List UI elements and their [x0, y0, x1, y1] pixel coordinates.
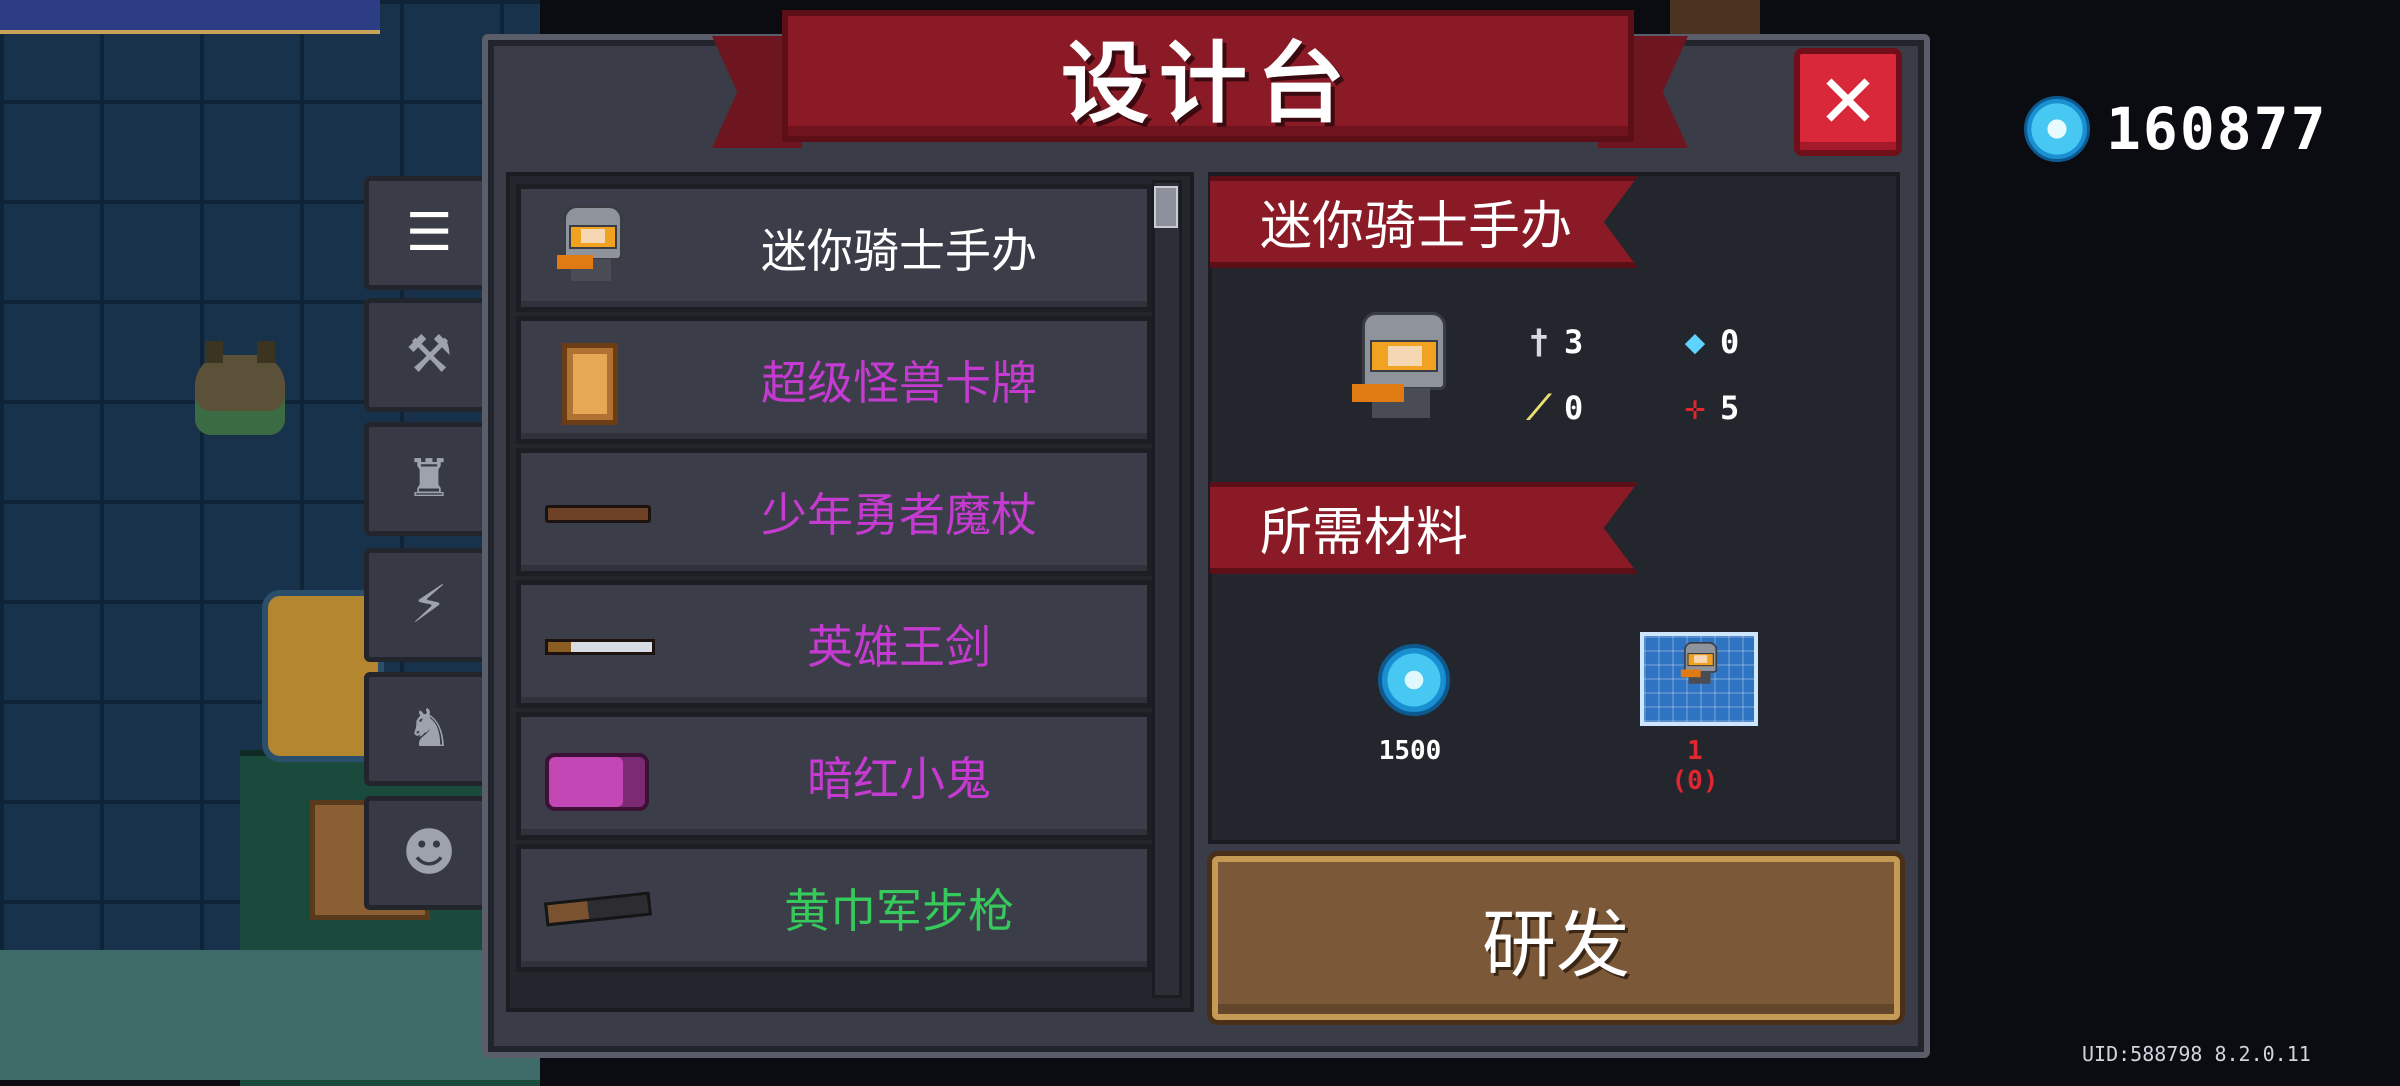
stat-accuracy: ✛ 5: [1680, 388, 1740, 428]
sword-stat-icon: †: [1528, 322, 1550, 362]
materials-title: 所需材料: [1210, 482, 1638, 574]
stat-energy: ◆ 0: [1680, 322, 1740, 362]
list-item[interactable]: 超级怪兽卡牌: [516, 316, 1152, 444]
material-blueprint-amount: 1: [1687, 736, 1703, 766]
gem-count: 160877: [2106, 95, 2328, 163]
door-frame: [1670, 0, 1760, 34]
armor-icon: ♜: [405, 449, 453, 509]
dungeon-carpet: [0, 0, 380, 34]
rifle-icon: [544, 863, 652, 953]
item-name: 超级怪兽卡牌: [761, 356, 1037, 410]
close-icon: ✕: [1816, 59, 1879, 145]
tab-skills[interactable]: ⚡: [364, 548, 489, 662]
list-item[interactable]: 少年勇者魔杖: [516, 448, 1152, 576]
uid-version: UID:588798 8.2.0.11: [2082, 1042, 2311, 1066]
sword-icon: [545, 599, 655, 689]
crit-stat-icon: ⟋: [1527, 388, 1551, 428]
scrollbar-thumb[interactable]: [1154, 186, 1178, 228]
pets-icon: ♞: [405, 699, 453, 759]
tab-weapons[interactable]: ⚒: [364, 298, 489, 412]
character-icon: ☻: [401, 823, 457, 883]
tab-all[interactable]: ☰: [364, 176, 489, 290]
list-icon: ☰: [405, 203, 453, 263]
energy-gem-stat-icon: ◆: [1684, 322, 1706, 362]
blue-gem-icon: [1378, 644, 1450, 716]
research-button-label: 研发: [1482, 901, 1630, 988]
wand-icon: [545, 467, 651, 557]
list-item[interactable]: 迷你骑士手办: [516, 184, 1152, 312]
selected-item-title: 迷你骑士手办: [1210, 176, 1638, 268]
gem-counter: 160877: [2024, 94, 2328, 164]
page-title: 设计台: [1060, 31, 1355, 135]
blue-gem-icon: [2024, 96, 2090, 162]
research-button[interactable]: 研发: [1212, 856, 1900, 1020]
item-name: 英雄王剑: [807, 620, 991, 674]
lightning-icon: ⚡: [410, 575, 448, 635]
material-blueprint-owned: (0): [1671, 766, 1719, 796]
tab-characters[interactable]: ☻: [364, 796, 489, 910]
stat-crit: ⟋ 0: [1524, 388, 1583, 428]
stat-value: 0: [1564, 389, 1584, 427]
material-gem-amount: 1500: [1378, 736, 1442, 766]
list-scrollbar[interactable]: [1152, 180, 1182, 998]
monster-card-icon: [545, 335, 635, 425]
camera-icon: [545, 731, 649, 821]
item-name: 迷你骑士手办: [761, 224, 1037, 278]
list-item[interactable]: 暗红小鬼: [516, 712, 1152, 840]
tab-armor[interactable]: ♜: [364, 422, 489, 536]
stat-value: 0: [1720, 323, 1740, 361]
pet-dog-sprite: [195, 341, 285, 435]
mini-knight-figure-icon: [545, 203, 635, 293]
gun-icon: ⚒: [405, 325, 453, 385]
stat-value: 3: [1564, 323, 1584, 361]
stat-attack: † 3: [1524, 322, 1584, 362]
item-name: 暗红小鬼: [807, 752, 991, 806]
list-item[interactable]: 黄巾军步枪: [516, 844, 1152, 972]
dungeon-lower-floor: [0, 950, 540, 1080]
item-name: 少年勇者魔杖: [761, 488, 1037, 542]
close-button[interactable]: ✕: [1794, 48, 1902, 156]
blueprint-icon: [1640, 632, 1758, 726]
accuracy-stat-icon: ✛: [1684, 388, 1706, 428]
title-banner: 设计台: [782, 10, 1634, 142]
selected-item-preview: [1350, 310, 1450, 434]
tab-pets[interactable]: ♞: [364, 672, 489, 786]
item-name: 黄巾军步枪: [784, 884, 1014, 938]
stat-value: 5: [1720, 389, 1740, 427]
list-item[interactable]: 英雄王剑: [516, 580, 1152, 708]
